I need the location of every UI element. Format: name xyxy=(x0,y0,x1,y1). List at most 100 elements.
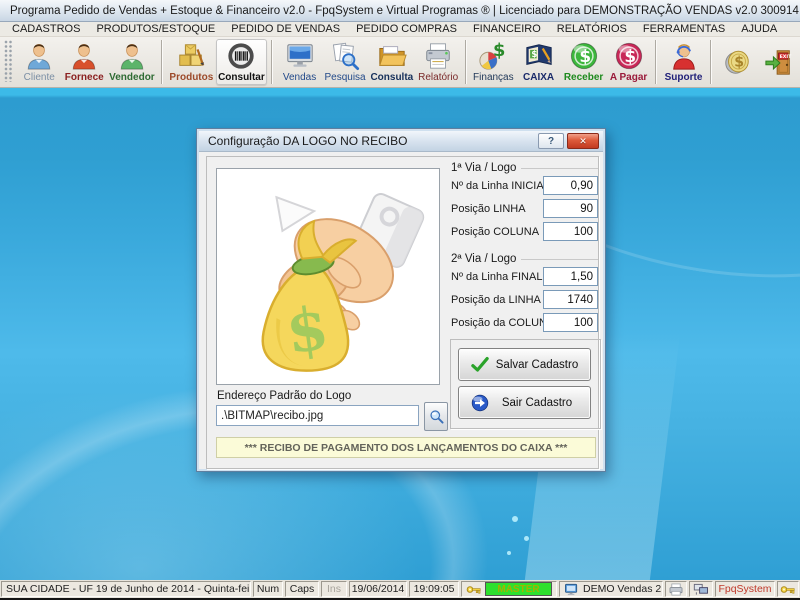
status-key-button[interactable] xyxy=(777,581,799,597)
posicao-coluna-input[interactable] xyxy=(543,222,598,241)
browse-logo-button[interactable] xyxy=(424,402,448,431)
toolbar-button-receber[interactable]: Receber xyxy=(561,39,606,85)
toolbar-button-fornece[interactable]: Fornece xyxy=(62,39,107,85)
blue-arrow-icon xyxy=(470,393,490,413)
toolbar-button-pesquisa[interactable]: Pesquisa xyxy=(322,39,368,85)
status-location-date: SUA CIDADE - UF 19 de Junho de 2014 - Qu… xyxy=(1,581,251,597)
posicao-linha-input[interactable] xyxy=(543,199,598,218)
dialog-help-button[interactable]: ? xyxy=(538,133,564,149)
status-num-lock: Num xyxy=(253,581,283,597)
field-row: Posição da LINHA xyxy=(451,290,598,310)
toolbar-grip xyxy=(4,40,13,82)
toolbar-button-relatorio[interactable]: Relatório xyxy=(416,39,461,85)
toolbar-label-vendedor: Vendedor xyxy=(109,72,155,83)
toolbar-button-consultar[interactable]: Consultar xyxy=(216,39,267,85)
toolbar-label-pesquisa: Pesquisa xyxy=(324,72,365,83)
background-dot xyxy=(507,551,511,555)
field-row: Nº da Linha INICIAL xyxy=(451,176,598,196)
status-insert: Ins xyxy=(321,581,347,597)
window-title: Programa Pedido de Vendas + Estoque & Fi… xyxy=(10,5,800,17)
field-label: Nº da Linha FINAL xyxy=(451,271,542,283)
background-dot xyxy=(512,516,518,522)
exit-door-icon xyxy=(764,47,794,77)
salvar-cadastro-button[interactable]: Salvar Cadastro xyxy=(458,348,591,381)
status-printer-button[interactable] xyxy=(665,581,687,597)
toolbar-label-fornece: Fornece xyxy=(65,72,104,83)
toolbar-button-caixa[interactable]: CAIXA xyxy=(516,39,561,85)
posicao-da-coluna-input[interactable] xyxy=(543,313,598,332)
menu-bar: CADASTROSPRODUTOS/ESTOQUEPEDIDO DE VENDA… xyxy=(0,22,800,37)
pay-dollar-icon xyxy=(614,41,644,71)
toolbar-button-a-pagar[interactable]: A Pagar xyxy=(606,39,651,85)
menu-item-ajuda[interactable]: AJUDA xyxy=(733,23,785,35)
products-boxes-icon xyxy=(176,41,206,71)
toolbar-label-receber: Receber xyxy=(564,72,603,83)
seller-person-icon xyxy=(117,41,147,71)
toolbar-separator xyxy=(271,40,273,84)
key-icon xyxy=(466,583,482,596)
toolbar-button-sair[interactable] xyxy=(758,39,800,85)
key-icon xyxy=(780,583,796,596)
desktop-background: Configuração DA LOGO NO RECIBO ? ✕ xyxy=(0,88,800,580)
handshake-moneybag-illustration: $ xyxy=(217,169,439,384)
dialog-close-button[interactable]: ✕ xyxy=(567,133,599,149)
toolbar-label-consultar: Consultar xyxy=(218,72,265,83)
magnifier-icon xyxy=(428,408,445,425)
field-label: Posição LINHA xyxy=(451,203,526,215)
status-brand: FpqSystem xyxy=(715,581,775,597)
computer-icon xyxy=(564,583,580,596)
toolbar-button-moeda[interactable] xyxy=(716,39,758,85)
folder-icon xyxy=(377,41,407,71)
client-person-icon xyxy=(24,41,54,71)
toolbar-button-suporte[interactable]: Suporte xyxy=(661,39,706,85)
menu-item-pedido-de-vendas[interactable]: PEDIDO DE VENDAS xyxy=(223,23,348,35)
toolbar-button-vendas[interactable]: Vendas xyxy=(277,39,322,85)
status-bar: SUA CIDADE - UF 19 de Junho de 2014 - Qu… xyxy=(0,580,800,598)
toolbar-separator xyxy=(710,40,712,84)
supplier-person-icon xyxy=(69,41,99,71)
logo-preview-image: $ xyxy=(216,168,440,385)
toolbar-label-consulta: Consulta xyxy=(370,72,413,83)
menu-item-relatorios[interactable]: RELATÓRIOS xyxy=(549,23,635,35)
toolbar-button-produtos[interactable]: Produtos xyxy=(167,39,216,85)
logo-path-label: Endereço Padrão do Logo xyxy=(217,390,351,402)
field-label: Nº da Linha INICIAL xyxy=(451,180,550,192)
menu-item-produtos-estoque[interactable]: PRODUTOS/ESTOQUE xyxy=(88,23,223,35)
group-header-via2: 2ª Via / Logo xyxy=(451,253,598,265)
status-network-button[interactable] xyxy=(689,581,713,597)
status-time: 19:09:05 xyxy=(409,581,459,597)
posicao-da-linha-input[interactable] xyxy=(543,290,598,309)
field-row: Posição COLUNA xyxy=(451,222,598,242)
network-icon xyxy=(693,583,709,596)
background-dot xyxy=(524,536,529,541)
dialog-title: Configuração DA LOGO NO RECIBO xyxy=(208,134,407,148)
sair-cadastro-button[interactable]: Sair Cadastro xyxy=(458,386,591,419)
toolbar-label-relatorio: Relatório xyxy=(418,72,458,83)
toolbar-button-vendedor[interactable]: Vendedor xyxy=(107,39,157,85)
menu-item-financeiro[interactable]: FINANCEIRO xyxy=(465,23,549,35)
field-row: Nº da Linha FINAL xyxy=(451,267,598,287)
printer-icon xyxy=(668,583,684,596)
linha-final-input[interactable] xyxy=(543,267,598,286)
toolbar-label-produtos: Produtos xyxy=(169,72,213,83)
window-title-bar: Programa Pedido de Vendas + Estoque & Fi… xyxy=(0,0,800,22)
support-person-icon xyxy=(669,41,699,71)
linha-inicial-input[interactable] xyxy=(543,176,598,195)
menu-item-ferramentas[interactable]: FERRAMENTAS xyxy=(635,23,733,35)
dialog-footer-note: *** RECIBO DE PAGAMENTO DOS LANÇAMENTOS … xyxy=(216,437,596,458)
logo-path-input[interactable] xyxy=(216,405,419,426)
toolbar-label-suporte: Suporte xyxy=(665,72,703,83)
menu-item-cadastros[interactable]: CADASTROS xyxy=(4,23,88,35)
menu-item-pedido-compras[interactable]: PEDIDO COMPRAS xyxy=(348,23,465,35)
dialog-title-bar[interactable]: Configuração DA LOGO NO RECIBO ? ✕ xyxy=(199,131,603,152)
toolbar-button-consulta[interactable]: Consulta xyxy=(368,39,416,85)
report-printer-icon xyxy=(423,41,453,71)
cash-book-icon xyxy=(524,41,554,71)
dialog-logo-recibo: Configuração DA LOGO NO RECIBO ? ✕ xyxy=(196,128,606,472)
field-label: Posição da LINHA xyxy=(451,294,541,306)
toolbar-button-cliente[interactable]: Cliente xyxy=(17,39,62,85)
status-demo-version: DEMO Vendas 2.0 xyxy=(559,581,663,597)
field-label: Posição COLUNA xyxy=(451,226,539,238)
toolbar-button-financas[interactable]: Finanças xyxy=(471,39,516,85)
toolbar-label-financas: Finanças xyxy=(473,72,514,83)
